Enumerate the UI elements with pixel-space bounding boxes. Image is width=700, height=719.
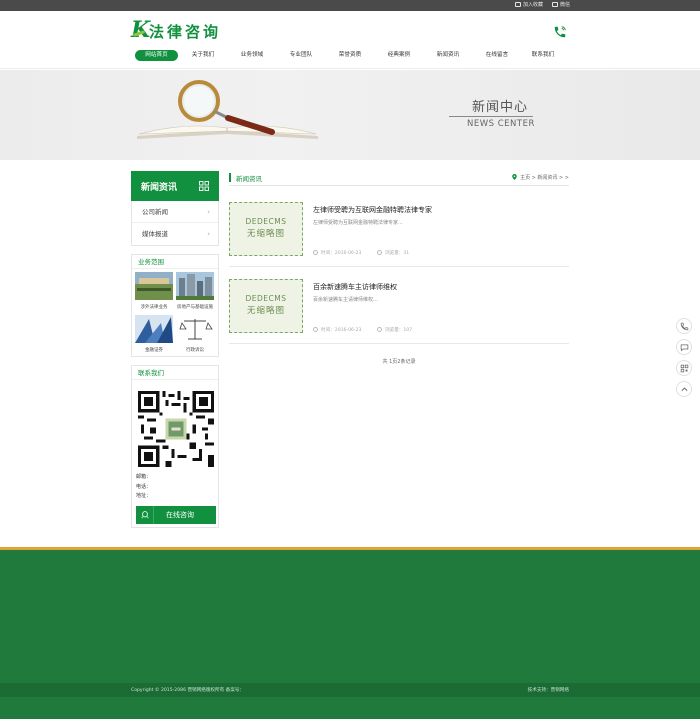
nav-item-message[interactable]: 在线留言 (477, 50, 517, 61)
footer-bottom-bar: Copyright © 2015-2086 营销网络版权所有 备案号： 技术支持… (0, 683, 700, 697)
nav-item-contact[interactable]: 联系我们 (523, 50, 563, 61)
business-image (176, 315, 214, 343)
sidebar-category-list: 公司新闻 › 媒体报道 › (131, 201, 219, 246)
business-item-real-estate[interactable]: 房地产与基础设施 (176, 272, 214, 310)
nav-item-team[interactable]: 专业团队 (281, 50, 321, 61)
online-consult-label: 在线咨询 (166, 511, 194, 519)
news-description: 百余新速腾车主请律师维权... (313, 297, 378, 303)
section-marker (229, 173, 231, 182)
nav-item-home[interactable]: 网站首页 (135, 50, 178, 61)
copyright-text: Copyright © 2015-2086 营销网络版权所有 备案号： (131, 688, 245, 693)
clock-icon (313, 327, 318, 332)
business-item-finance[interactable]: 金融证券 (135, 315, 173, 353)
business-image (135, 272, 173, 300)
news-title[interactable]: 百余新速腾车主访律师维权 (313, 282, 397, 292)
phone-label: 电话： (136, 483, 152, 490)
qrcode-icon (680, 364, 689, 373)
float-chat-button[interactable] (676, 339, 692, 355)
chevron-right-icon: › (207, 230, 210, 238)
nav-item-news[interactable]: 新闻资讯 (428, 50, 468, 61)
contact-info: 邮箱： 电话： 地址： (136, 473, 151, 502)
news-title[interactable]: 左律师受聘为互联网金融特聘法律专家 (313, 205, 432, 215)
footer-tail (0, 697, 700, 719)
logo-mark: K (131, 17, 151, 43)
eye-icon (376, 250, 382, 255)
floating-toolbar (676, 318, 692, 402)
news-item[interactable]: DEDECMS 无缩略图 百余新速腾车主访律师维权 百余新速腾车主请律师维权..… (229, 272, 569, 344)
sidebar-item-media-reports[interactable]: 媒体报道 › (132, 223, 218, 245)
news-item[interactable]: DEDECMS 无缩略图 左律师受聘为互联网金融特聘法律专家 左律师受聘为互联网… (229, 195, 569, 267)
sidebar-header: 新闻资讯 (131, 171, 219, 201)
main-nav: 网站首页 关于我们 业务领域 专业团队 荣誉资质 经典案例 新闻资讯 在线留言 … (131, 50, 571, 61)
pagination-info: 共 1页2条记录 (382, 359, 416, 365)
nav-item-about[interactable]: 关于我们 (183, 50, 223, 61)
grid-icon (199, 181, 209, 191)
user-icon (515, 2, 521, 7)
business-image (135, 315, 173, 343)
qq-icon (141, 511, 149, 519)
chevron-up-icon (681, 387, 688, 391)
business-item-admin-litigation[interactable]: 行政诉讼 (176, 315, 214, 353)
chat-icon (680, 344, 689, 352)
news-meta: 时间：2016-06-23 浏览量：31 (313, 250, 423, 256)
phone-icon (680, 322, 689, 331)
add-favorite-link[interactable]: 加入收藏 (515, 2, 543, 9)
chevron-right-icon: › (207, 208, 210, 216)
news-thumbnail[interactable]: DEDECMS 无缩略图 (229, 279, 303, 333)
location-pin-icon (512, 174, 517, 180)
top-bar: 加入收藏 微信 (0, 0, 700, 11)
news-description: 左律师受聘为互联网金融特聘法律专家... (313, 220, 403, 226)
breadcrumb[interactable]: 主页 > 新闻资讯 > > (512, 174, 569, 181)
business-item-foreign-law[interactable]: 涉外法律业务 (135, 272, 173, 310)
float-phone-button[interactable] (676, 318, 692, 334)
page-banner: 新闻中心 NEWS CENTER (0, 70, 700, 160)
business-scope-box: 业务范围 涉外法律业务 房地产与基础设施 金融证券 行政诉讼 (131, 254, 219, 357)
magnifier-image (178, 80, 275, 135)
wechat-icon (552, 2, 558, 7)
email-label: 邮箱： (136, 474, 152, 480)
news-meta: 时间：2016-06-23 浏览量：107 (313, 327, 426, 333)
logo-text: 法律咨询 (149, 23, 222, 41)
sidebar-title: 新闻资讯 (141, 183, 178, 193)
contact-title: 联系我们 (132, 366, 218, 380)
online-consult-button[interactable]: 在线咨询 (136, 506, 216, 524)
banner-subtitle: NEWS CENTER (467, 119, 535, 129)
contact-box: 联系我们 邮箱： 电话： 地址： 在线咨询 (131, 365, 219, 528)
address-label: 地址： (136, 493, 152, 499)
sidebar-item-company-news[interactable]: 公司新闻 › (132, 201, 218, 223)
wechat-link[interactable]: 微信 (552, 2, 570, 9)
banner-divider (449, 116, 533, 117)
site-header: K 法律咨询 网站首页 关于我们 业务领域 专业团队 荣誉资质 经典案例 新闻资… (0, 11, 700, 69)
section-title: 新闻资讯 (236, 175, 262, 183)
nav-item-business[interactable]: 业务领域 (232, 50, 272, 61)
float-qrcode-button[interactable] (676, 360, 692, 376)
eye-icon (376, 327, 382, 332)
qr-code-image (138, 391, 214, 467)
nav-item-honors[interactable]: 荣誉资质 (330, 50, 370, 61)
nav-item-cases[interactable]: 经典案例 (379, 50, 419, 61)
tech-support-link[interactable]: 技术支持：营销网络 (528, 687, 569, 693)
back-to-top-button[interactable] (676, 381, 692, 397)
business-image (176, 272, 214, 300)
content-header: 新闻资讯 主页 > 新闻资讯 > > (229, 171, 569, 186)
clock-icon (313, 250, 318, 255)
phone-icon (554, 26, 566, 38)
business-scope-title: 业务范围 (132, 255, 218, 269)
banner-title: 新闻中心 (472, 100, 529, 115)
news-thumbnail[interactable]: DEDECMS 无缩略图 (229, 202, 303, 256)
